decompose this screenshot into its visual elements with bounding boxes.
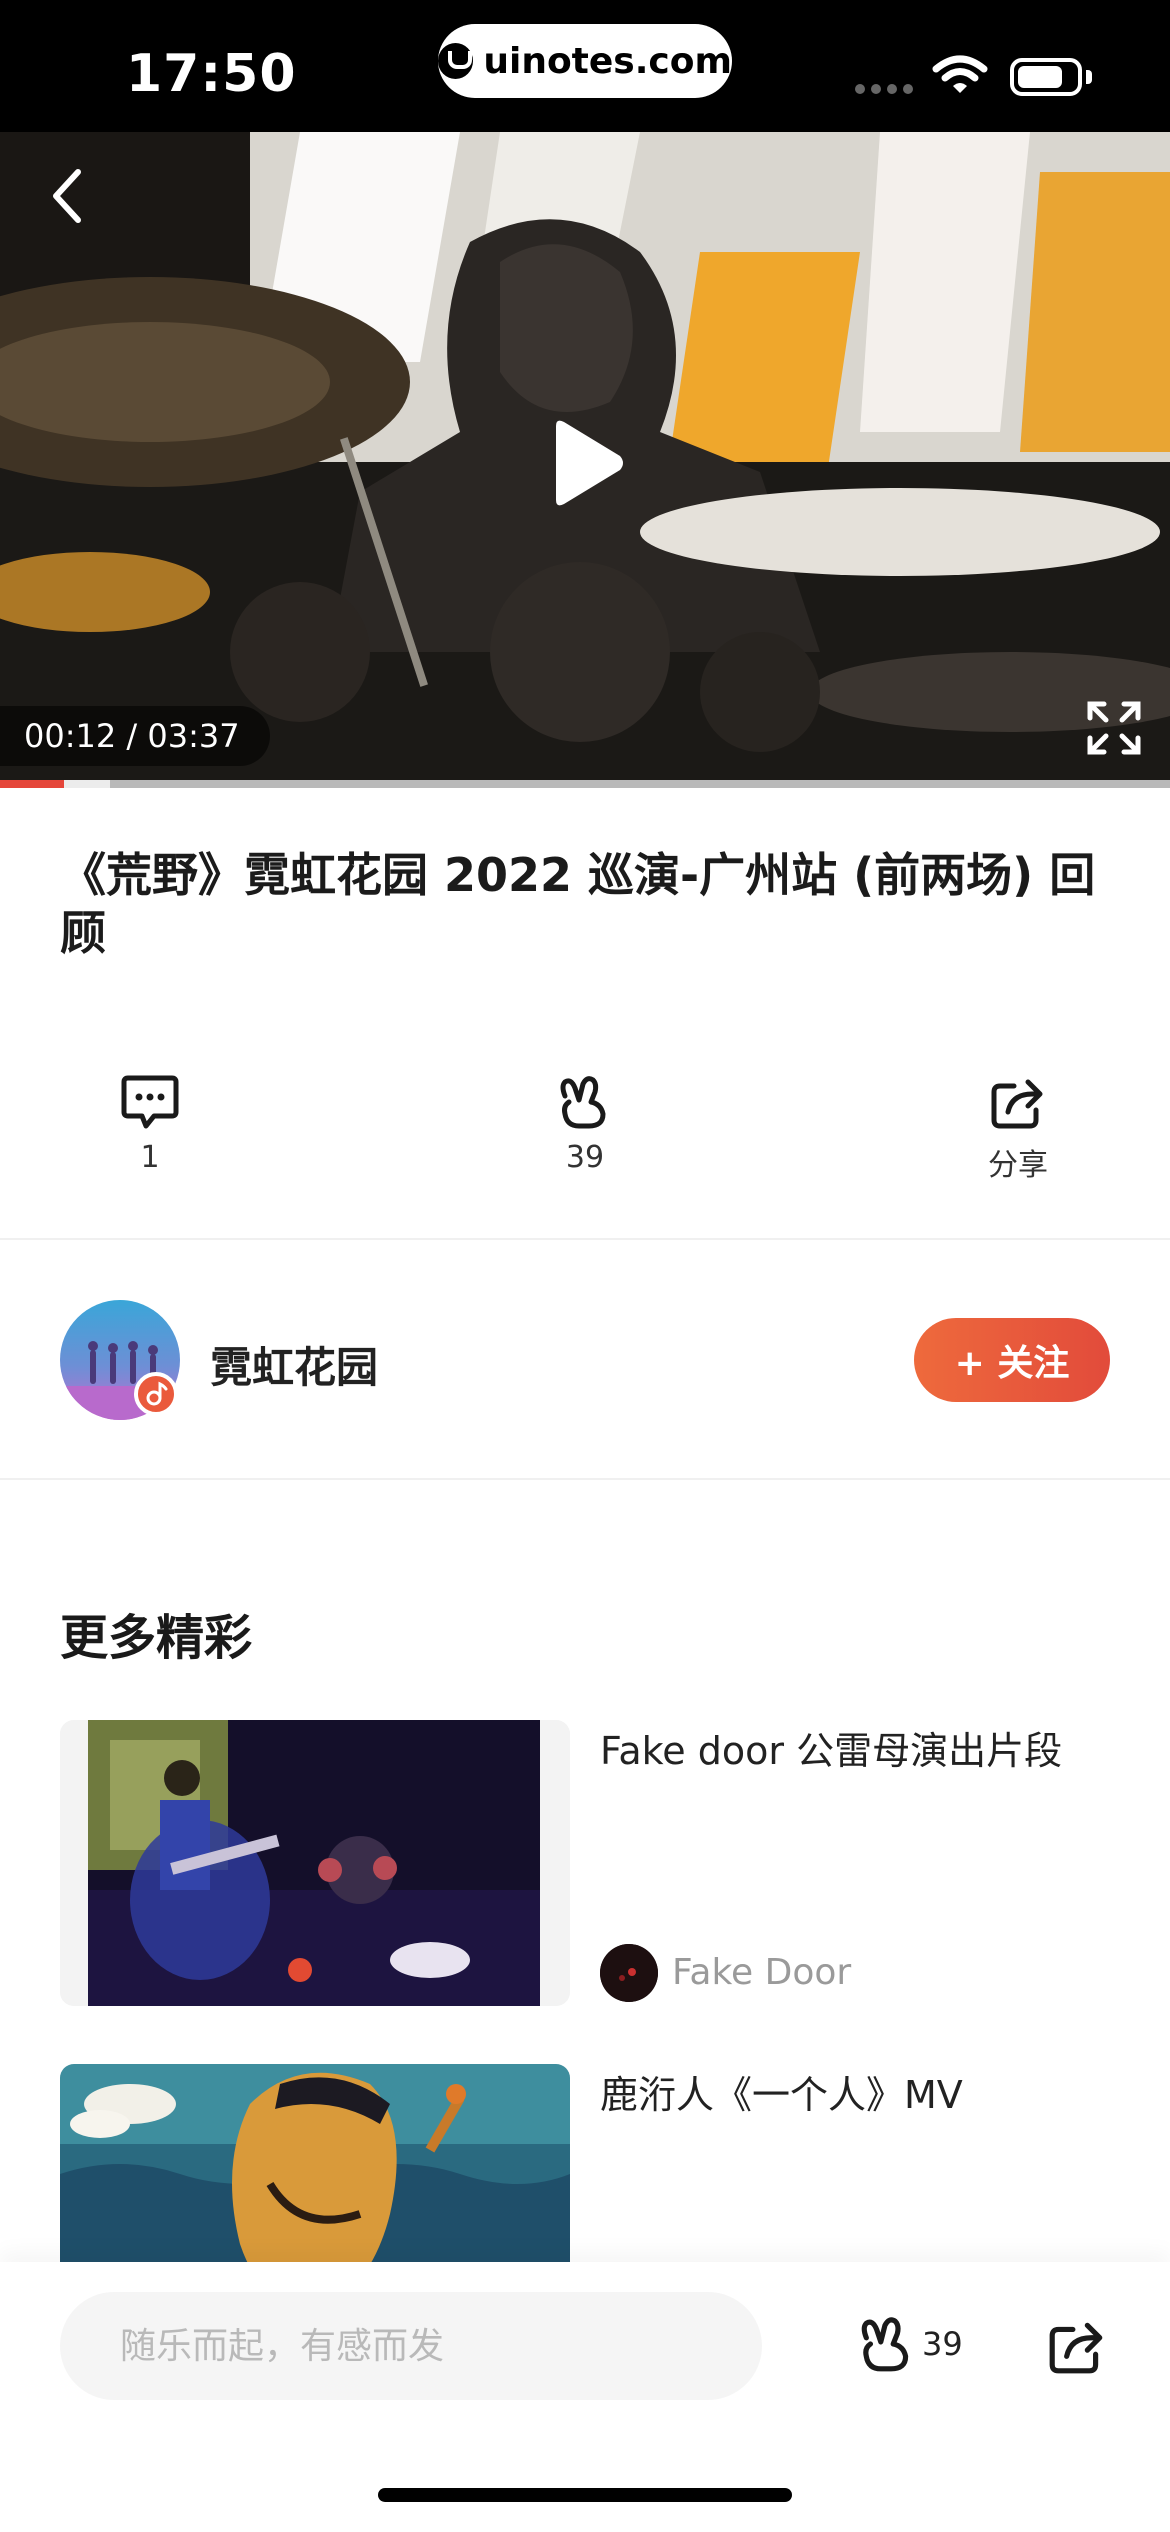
video-title: 《荒野》霓虹花园 2022 巡演-广州站 (前两场) 回顾 <box>60 848 1096 960</box>
comment-input[interactable] <box>60 2292 762 2400</box>
like-button[interactable]: 39 <box>505 1074 665 1175</box>
home-indicator <box>378 2488 792 2502</box>
comment-button[interactable]: 1 <box>70 1074 230 1175</box>
divider <box>0 1478 1170 1480</box>
battery-icon <box>1010 58 1082 96</box>
related-video-thumbnail[interactable] <box>60 1720 570 2006</box>
uinotes-logo-icon <box>438 43 474 79</box>
follow-button[interactable]: + 关注 <box>914 1318 1110 1402</box>
share-icon <box>991 1079 1043 1129</box>
rock-hand-icon <box>861 2317 909 2372</box>
share-icon[interactable] <box>1046 2316 1108 2376</box>
status-bar: 17:50 uinotes.com <box>0 0 1170 132</box>
rock-hand-icon <box>560 1076 606 1129</box>
related-video-title[interactable]: Fake door 公雷母演出片段 <box>600 1720 1062 1775</box>
comment-icon <box>121 1075 179 1129</box>
play-icon[interactable] <box>546 418 626 508</box>
video-progress-bar[interactable] <box>0 780 1170 788</box>
author-avatar[interactable] <box>600 1944 658 2002</box>
share-label: 分享 <box>988 1148 1048 1183</box>
section-title: 更多精彩 <box>60 1610 253 1666</box>
share-button[interactable]: 分享 <box>938 1074 1098 1184</box>
related-video-title[interactable]: 鹿洐人《一个人》MV <box>600 2064 963 2119</box>
url-text: uinotes.com <box>483 40 732 82</box>
bottom-like-button[interactable]: 39 <box>856 2314 963 2374</box>
video-player[interactable]: 00:12 / 03:37 <box>0 132 1170 788</box>
divider <box>0 1238 1170 1240</box>
fullscreen-icon[interactable] <box>1084 698 1144 758</box>
buffered-progress <box>64 780 110 788</box>
playback-time: 00:12 / 03:37 <box>0 706 270 766</box>
comment-count: 1 <box>140 1140 160 1175</box>
author-name[interactable]: Fake Door <box>672 1952 851 1993</box>
url-pill[interactable]: uinotes.com <box>438 24 732 98</box>
cellular-signal-icon <box>855 84 913 94</box>
battery-tip <box>1086 70 1092 84</box>
played-progress <box>0 780 65 788</box>
verified-badge-icon <box>134 1372 178 1416</box>
back-icon[interactable] <box>40 160 100 230</box>
like-count: 39 <box>565 1140 605 1175</box>
status-time: 17:50 <box>126 44 297 104</box>
bottom-like-count: 39 <box>922 2325 963 2363</box>
wifi-icon <box>932 55 988 93</box>
artist-name[interactable]: 霓虹花园 <box>210 1334 378 1395</box>
